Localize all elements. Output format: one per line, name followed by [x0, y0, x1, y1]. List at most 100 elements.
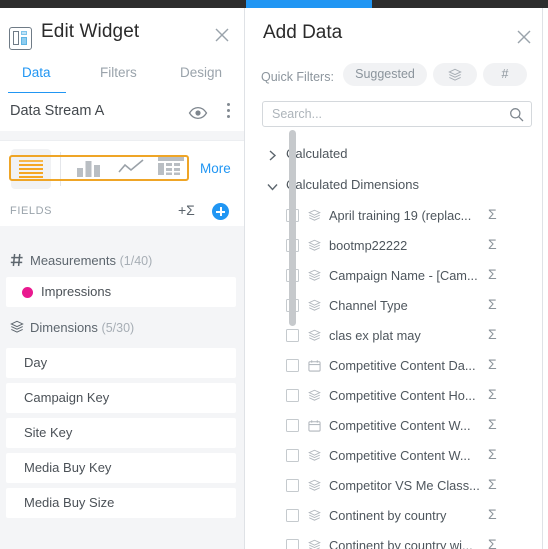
field-campaign-key[interactable]: Campaign Key	[6, 383, 236, 413]
add-sum-icon[interactable]: +Σ	[178, 202, 204, 220]
field-label: Site Key	[24, 425, 73, 440]
sigma-icon[interactable]: Σ	[488, 476, 497, 492]
field-media-buy-key[interactable]: Media Buy Key	[6, 453, 236, 483]
edit-widget-header: Edit Widget	[0, 8, 244, 56]
sigma-icon[interactable]: Σ	[488, 446, 497, 462]
eye-icon[interactable]	[188, 106, 208, 120]
search-icon[interactable]	[509, 107, 524, 122]
widget-icon	[9, 27, 32, 50]
scrollbar-thumb[interactable]	[289, 130, 296, 326]
chip-dimensions[interactable]	[433, 63, 477, 86]
tab-data[interactable]: Data	[22, 65, 51, 80]
item-checkbox[interactable]	[286, 539, 299, 549]
item-label: clas ex plat may	[329, 328, 421, 343]
group-header-dimensions: Dimensions (5/30)	[0, 316, 244, 342]
cube-icon	[308, 449, 321, 462]
sigma-icon[interactable]: Σ	[488, 266, 497, 282]
item-checkbox[interactable]	[286, 419, 299, 432]
field-site-key[interactable]: Site Key	[6, 418, 236, 448]
chip-measurements[interactable]: #	[483, 63, 527, 86]
tab-design[interactable]: Design	[180, 65, 222, 80]
cube-icon	[308, 539, 321, 549]
system-topbar-active-segment	[246, 0, 372, 8]
sigma-icon[interactable]: Σ	[488, 356, 497, 372]
field-label: Media Buy Key	[24, 460, 112, 475]
sigma-icon[interactable]: Σ	[488, 536, 497, 549]
field-label: Media Buy Size	[24, 495, 115, 510]
list-item[interactable]: Continent by country wi... Σ	[245, 531, 548, 549]
item-checkbox[interactable]	[286, 329, 299, 342]
list-item[interactable]: Competitive Content Ho... Σ	[245, 381, 548, 411]
field-label: Campaign Key	[24, 390, 110, 405]
field-day[interactable]: Day	[6, 348, 236, 378]
group-name-dimensions: Dimensions (5/30)	[30, 320, 134, 335]
group-label: Dimensions	[30, 320, 98, 335]
item-label: Continent by country	[329, 508, 447, 523]
group-name-measurements: Measurements (1/40)	[30, 253, 152, 268]
item-checkbox[interactable]	[286, 509, 299, 522]
tab-filters[interactable]: Filters	[100, 65, 137, 80]
sigma-icon[interactable]: Σ	[488, 506, 497, 522]
list-item[interactable]: Competitive Content W... Σ	[245, 441, 548, 471]
more-chart-types-button[interactable]: More	[200, 161, 231, 176]
item-label: April training 19 (replac...	[329, 208, 472, 223]
data-stream-row[interactable]: Data Stream A	[0, 93, 244, 131]
chip-label: #	[501, 67, 509, 81]
close-icon[interactable]	[513, 26, 535, 48]
item-label: Competitive Content Da...	[329, 358, 476, 373]
group-count: (1/40)	[119, 254, 153, 268]
group-label: Measurements	[30, 253, 116, 268]
item-label: Campaign Name - [Cam...	[329, 268, 478, 283]
plus-circle-icon[interactable]	[212, 203, 229, 220]
divider	[60, 152, 61, 186]
cube-icon	[308, 479, 321, 492]
cube-icon	[448, 68, 462, 81]
group-header-measurements: Measurements (1/40)	[0, 249, 244, 275]
sigma-icon[interactable]: Σ	[488, 386, 497, 402]
sigma-icon[interactable]: Σ	[488, 296, 497, 312]
item-checkbox[interactable]	[286, 389, 299, 402]
chart-type-selector: More	[0, 140, 244, 197]
quick-filters-label: Quick Filters:	[261, 70, 334, 84]
search-input[interactable]: Search...	[262, 101, 532, 127]
field-label: Day	[24, 355, 48, 370]
widget-tabs: Data Filters Design	[0, 56, 244, 94]
group-count: (5/30)	[101, 321, 135, 335]
page-title: Edit Widget	[41, 21, 140, 42]
chip-label: Suggested	[355, 67, 415, 81]
chip-suggested[interactable]: Suggested	[343, 63, 427, 86]
close-icon[interactable]	[211, 24, 233, 46]
cube-icon	[308, 329, 321, 342]
table-chart-icon[interactable]	[11, 149, 51, 189]
list-item[interactable]: Competitive Content Da... Σ	[245, 351, 548, 381]
chevron-down-icon	[267, 179, 278, 191]
search-placeholder: Search...	[272, 107, 323, 121]
data-stream-name: Data Stream A	[10, 103, 105, 119]
item-label: Competitive Content Ho...	[329, 388, 476, 403]
item-label: Competitive Content W...	[329, 418, 471, 433]
bar-chart-icon[interactable]	[76, 157, 102, 182]
app-root: Edit Widget Data Filters Design Data Str…	[0, 0, 548, 549]
item-checkbox[interactable]	[286, 359, 299, 372]
cube-icon	[308, 389, 321, 402]
item-checkbox[interactable]	[286, 449, 299, 462]
sigma-icon[interactable]: Σ	[488, 236, 497, 252]
item-checkbox[interactable]	[286, 479, 299, 492]
hash-icon	[10, 253, 26, 269]
pivot-table-icon[interactable]	[158, 157, 184, 180]
sigma-icon[interactable]: Σ	[488, 206, 497, 222]
cube-icon	[308, 269, 321, 282]
line-chart-icon[interactable]	[118, 157, 144, 182]
sigma-icon[interactable]: Σ	[488, 416, 497, 432]
sigma-icon[interactable]: Σ	[488, 326, 497, 342]
list-item[interactable]: Continent by country Σ	[245, 501, 548, 531]
field-media-buy-size[interactable]: Media Buy Size	[6, 488, 236, 518]
kebab-menu-icon[interactable]	[221, 103, 235, 121]
scrollbar-track[interactable]	[533, 139, 541, 549]
edit-widget-panel: Edit Widget Data Filters Design Data Str…	[0, 8, 244, 549]
field-impressions[interactable]: Impressions	[6, 277, 236, 307]
list-item[interactable]: Competitor VS Me Class... Σ	[245, 471, 548, 501]
list-item[interactable]: Competitive Content W... Σ	[245, 411, 548, 441]
tree-node-label: Calculated Dimensions	[286, 177, 419, 192]
fields-label: FIELDS	[10, 205, 53, 217]
